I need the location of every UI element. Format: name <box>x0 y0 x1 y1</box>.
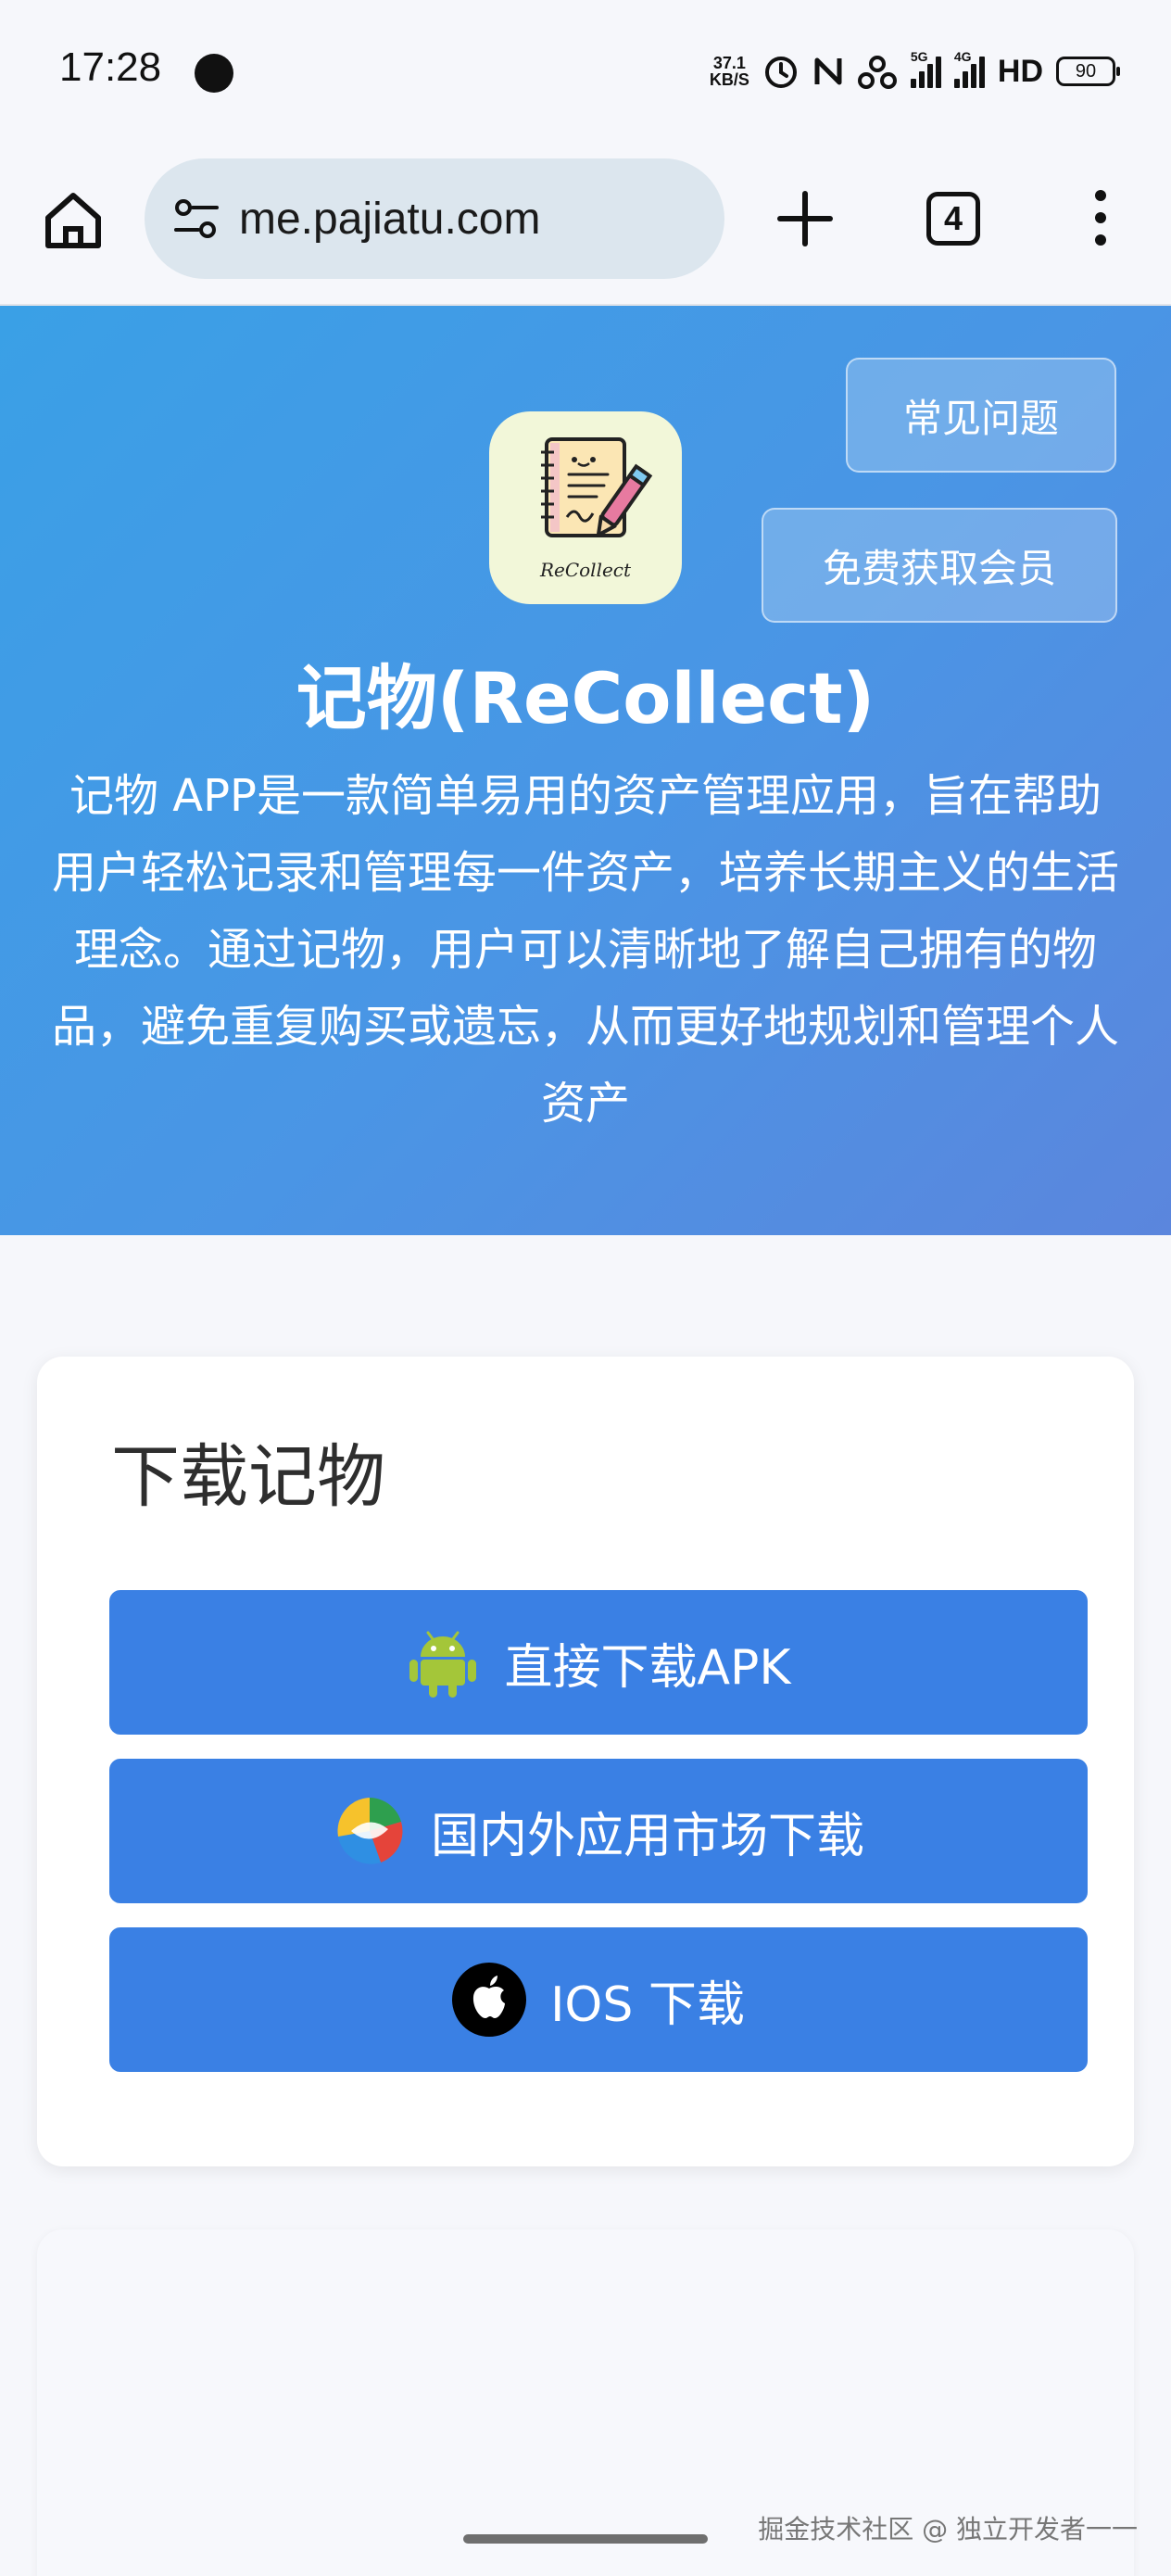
download-apk-button[interactable]: 直接下载APK <box>109 1590 1088 1735</box>
status-bar: 17:28 37.1 KB/S 5G 4G HD 90 <box>0 0 1171 144</box>
android-icon <box>409 1631 477 1698</box>
download-apk-label: 直接下载APK <box>504 1639 791 1696</box>
gesture-navigation-bar[interactable] <box>463 2534 708 2544</box>
app-description: 记物 APP是一款简单易用的资产管理应用，旨在帮助用户轻松记录和管理每一件资产，… <box>52 770 1120 1130</box>
app-logo: ReCollect <box>489 411 682 604</box>
watermark: 掘金技术社区 @ 独立开发者一一 <box>758 2514 1138 2544</box>
page: 17:28 37.1 KB/S 5G 4G HD 90 me.pajiatu.c… <box>0 0 1171 2576</box>
svg-text:ReCollect: ReCollect <box>539 559 632 581</box>
tab-switcher-button[interactable]: 4 <box>926 192 980 246</box>
apple-icon <box>452 1963 527 2037</box>
battery-icon: 90 <box>1056 57 1120 86</box>
network-speed: 37.1 KB/S <box>709 54 749 89</box>
signal-5g-icon: 5G <box>910 49 941 88</box>
app-store-download-button[interactable]: 国内外应用市场下载 <box>109 1759 1088 1903</box>
ios-download-button[interactable]: IOS 下载 <box>109 1927 1088 2072</box>
status-icons: 37.1 KB/S 5G 4G HD 90 <box>709 48 1120 95</box>
new-tab-icon[interactable] <box>774 188 836 249</box>
more-menu-icon[interactable] <box>1082 190 1119 255</box>
status-time: 17:28 <box>59 44 162 90</box>
notebook-icon: ReCollect <box>539 437 653 581</box>
nfc-icon <box>814 57 842 85</box>
hd-voice-icon: HD <box>997 53 1043 89</box>
alarm-icon <box>764 57 797 88</box>
app-store-download-label: 国内外应用市场下载 <box>430 1808 864 1864</box>
address-bar[interactable]: me.pajiatu.com <box>145 158 724 279</box>
free-membership-button[interactable]: 免费获取会员 <box>762 508 1117 623</box>
app-title: 记物(ReCollect) <box>296 657 875 739</box>
faq-button[interactable]: 常见问题 <box>846 358 1116 473</box>
home-icon[interactable] <box>41 188 106 253</box>
hero-section: 常见问题 免费获取会员 ReCollect 记物(ReCollect) 记物 A… <box>0 306 1171 1235</box>
signal-4g-icon: 4G <box>953 49 985 88</box>
hotspot-icon <box>857 56 897 89</box>
app-market-icon <box>337 1798 403 1864</box>
ios-download-label: IOS 下载 <box>550 1976 745 2033</box>
download-card-title: 下载记物 <box>111 1437 385 1517</box>
url-text: me.pajiatu.com <box>239 194 541 244</box>
site-settings-icon[interactable] <box>170 193 222 245</box>
notification-dot-icon <box>195 54 233 93</box>
browser-toolbar: me.pajiatu.com 4 <box>0 144 1171 306</box>
download-card: 下载记物 直接下载APK 国内外应用市场下载 IOS 下载 <box>37 1357 1134 2166</box>
